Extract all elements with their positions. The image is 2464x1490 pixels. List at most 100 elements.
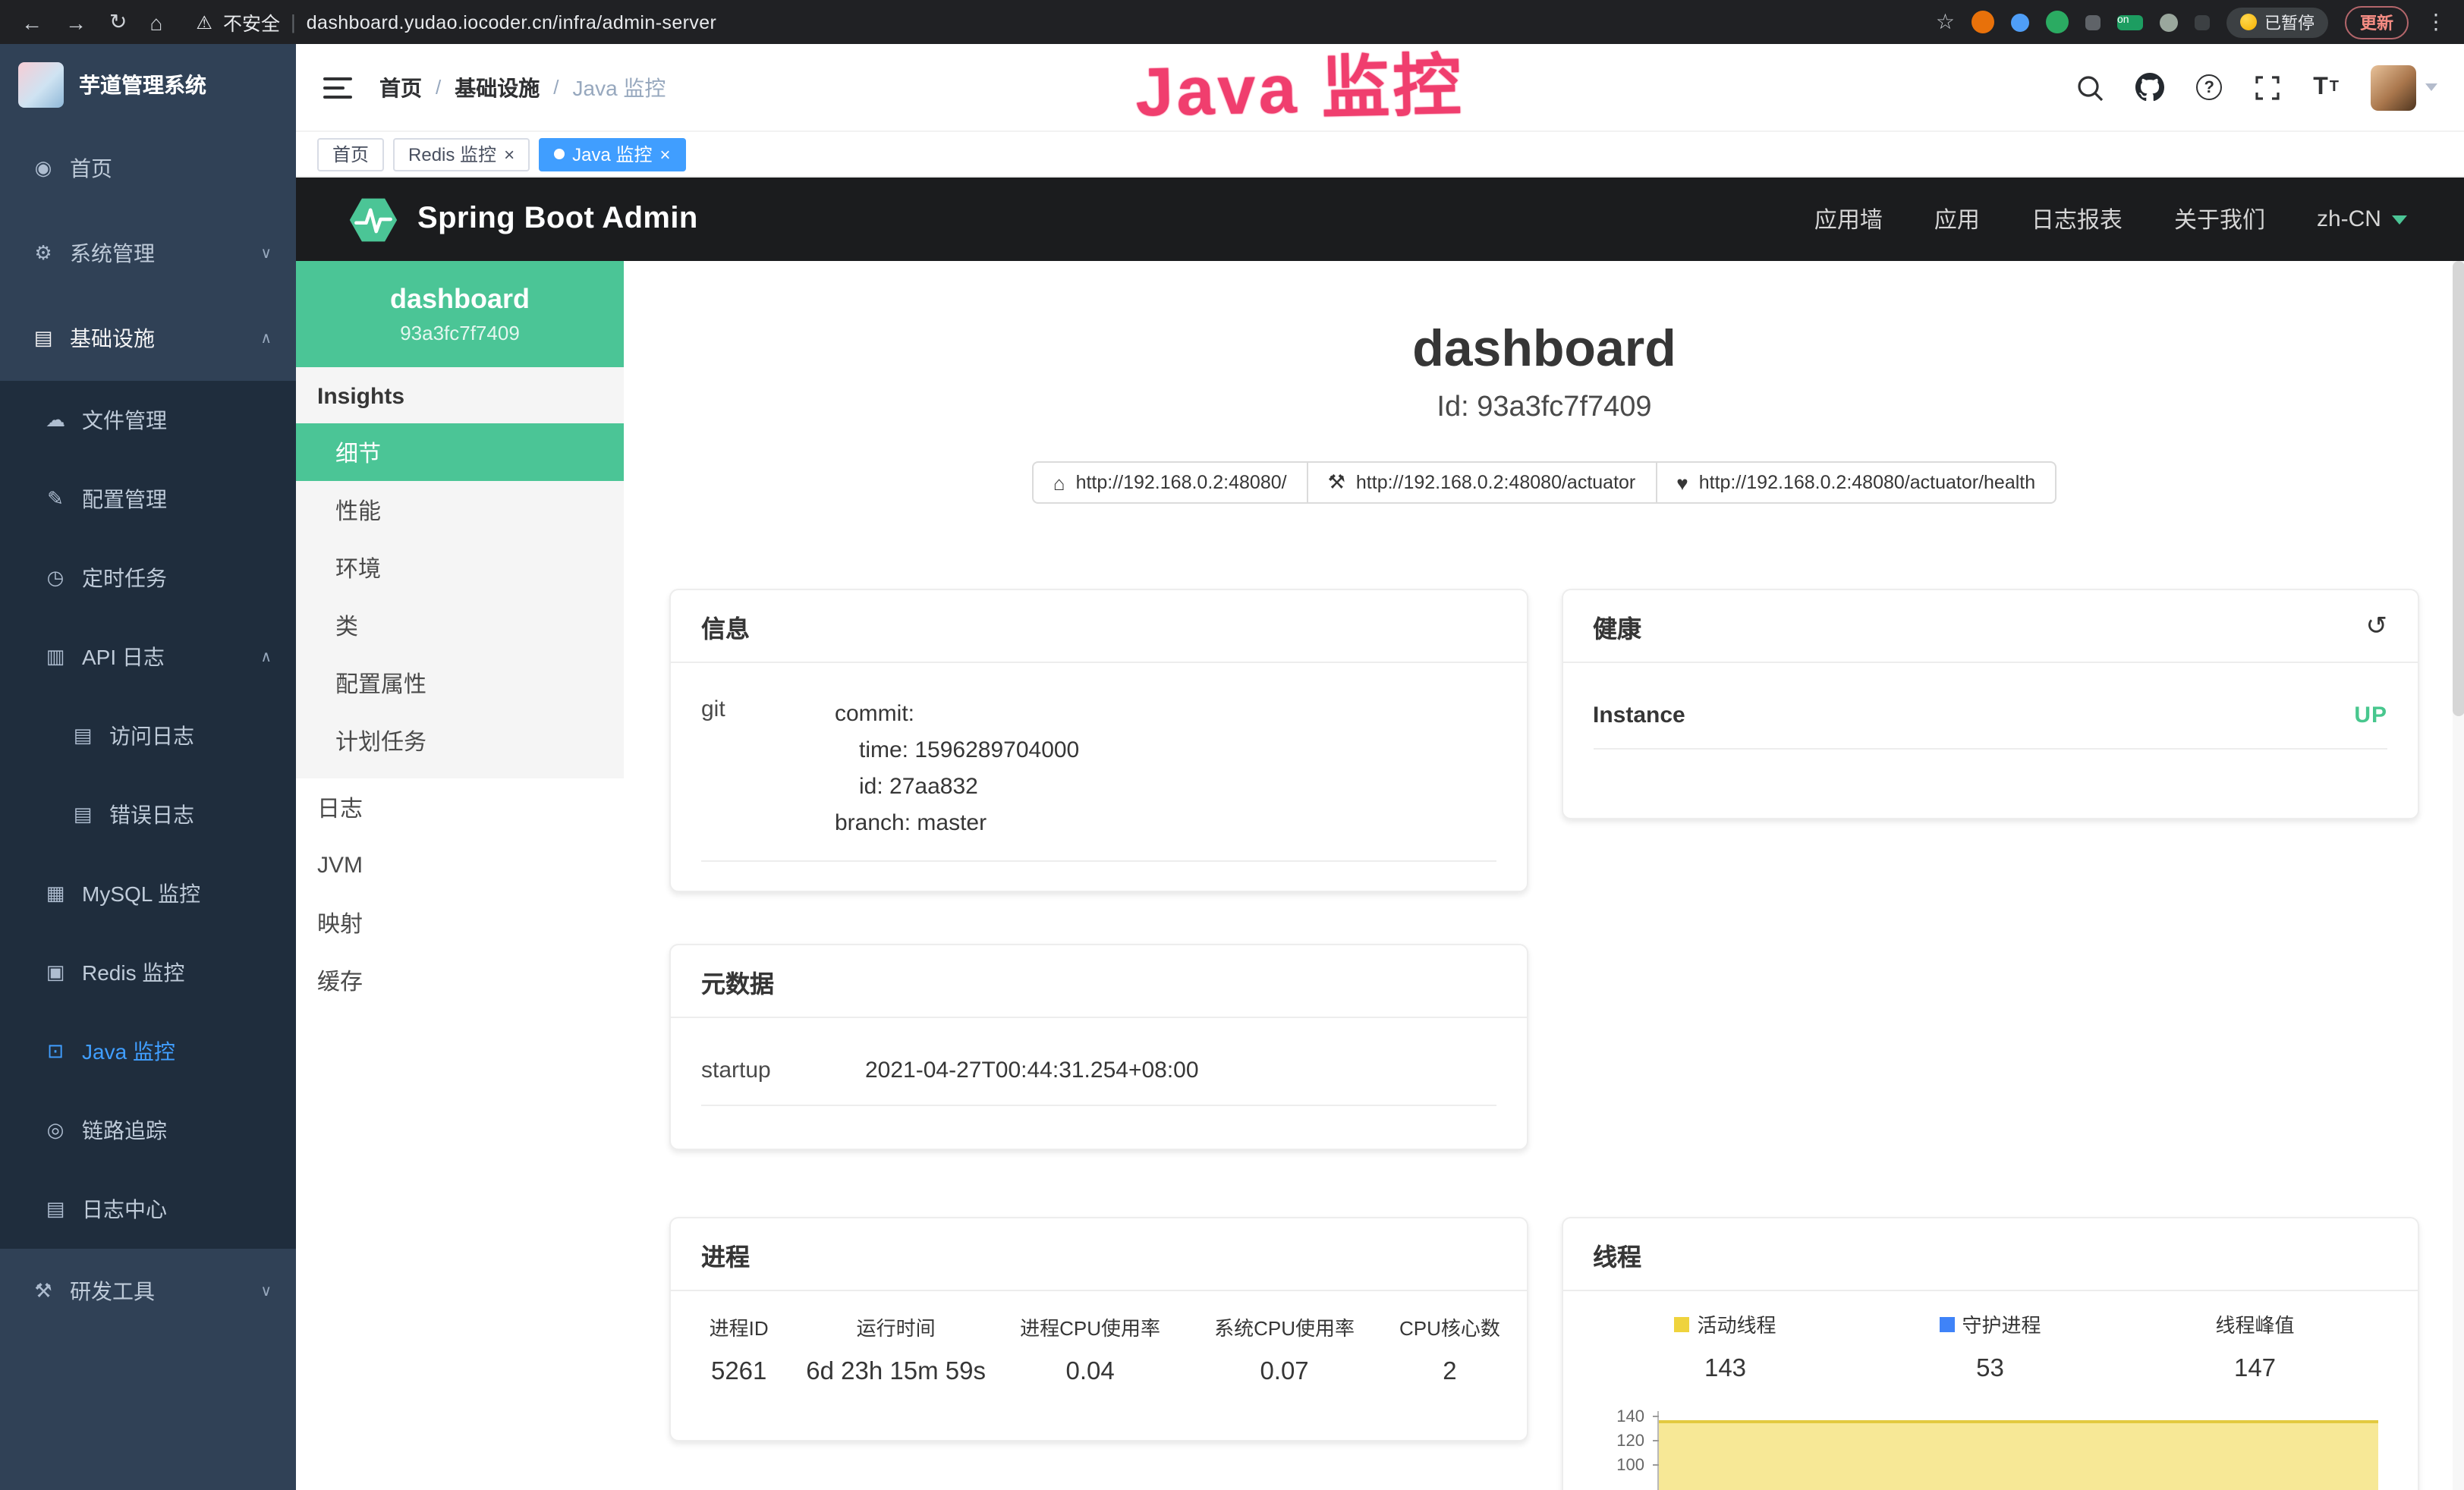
caret-down-icon (2392, 215, 2407, 224)
sba-item-jvm[interactable]: JVM (296, 836, 624, 894)
extension-icon[interactable] (2046, 11, 2069, 33)
sba-brand-title: Spring Boot Admin (417, 202, 698, 237)
scrollbar-track[interactable] (2453, 261, 2464, 1490)
sidebar-item-config-management[interactable]: ✎ 配置管理 (0, 460, 296, 539)
service-url-button[interactable]: ⌂ http://192.168.0.2:48080/ (1032, 461, 1308, 504)
sidebar-item-api-logs[interactable]: ▥ API 日志 ∧ (0, 618, 296, 696)
sba-logo-icon (348, 195, 399, 244)
sba-item-scheduled-tasks[interactable]: 计划任务 (296, 712, 624, 769)
breadcrumb-separator: / (436, 76, 441, 99)
reload-icon[interactable]: ↻ (109, 9, 127, 35)
active-dot-icon (554, 149, 565, 159)
sba-nav-applications[interactable]: 应用 (1934, 203, 1980, 235)
threads-card: 线程 活动线程 143 (1561, 1217, 2419, 1490)
bookmark-star-icon[interactable]: ☆ (1936, 9, 1955, 35)
sba-item-caches[interactable]: 缓存 (296, 951, 624, 1009)
history-icon[interactable]: ↺ (2366, 611, 2388, 641)
sba-locale-select[interactable]: zh-CN (2317, 206, 2407, 232)
sidebar-item-access-logs[interactable]: ▤ 访问日志 (0, 696, 296, 775)
sidebar-item-file-management[interactable]: ☁ 文件管理 (0, 381, 296, 460)
health-url-button[interactable]: ♥ http://192.168.0.2:48080/actuator/heal… (1655, 461, 2056, 504)
extension-icon[interactable] (2011, 13, 2029, 31)
sidebar-item-scheduled-jobs[interactable]: ◷ 定时任务 (0, 539, 296, 618)
update-label: 更新 (2360, 10, 2393, 34)
pencil-icon: ✎ (42, 487, 68, 511)
user-avatar[interactable] (2371, 64, 2437, 110)
tab-home[interactable]: 首页 (317, 137, 384, 171)
breadcrumb-home[interactable]: 首页 (379, 72, 422, 102)
sba-nav: 应用墙 应用 日志报表 关于我们 zh-CN (1814, 203, 2407, 235)
brand-title: 芋道管理系统 (79, 70, 206, 100)
app-logo[interactable]: 芋道管理系统 (0, 44, 296, 126)
address-bar[interactable]: ⚠ 不安全 | dashboard.yudao.iocoder.cn/infra… (196, 8, 1935, 36)
eye-icon: ◎ (42, 1118, 68, 1143)
metadata-card: 元数据 startup 2021-04-27T00:44:31.254+08:0… (669, 944, 1528, 1150)
forward-icon[interactable]: → (65, 10, 87, 34)
sidebar-item-error-logs[interactable]: ▤ 错误日志 (0, 775, 296, 854)
update-button[interactable]: 更新 (2345, 5, 2409, 39)
monitor-icon: ▤ (30, 326, 56, 350)
actuator-url-button[interactable]: ⚒ http://192.168.0.2:48080/actuator (1307, 461, 1657, 504)
sba-item-mappings[interactable]: 映射 (296, 894, 624, 951)
layers-icon: ▣ (42, 960, 68, 985)
scrollbar-thumb[interactable] (2453, 261, 2464, 716)
sidebar-item-tracing[interactable]: ◎ 链路追踪 (0, 1091, 296, 1170)
font-size-icon[interactable]: TT (2313, 74, 2339, 101)
search-icon[interactable] (2076, 74, 2104, 101)
startup-row: startup 2021-04-27T00:44:31.254+08:00 (701, 1030, 1496, 1106)
sidebar-item-dev-tools[interactable]: ⚒ 研发工具 ∨ (0, 1249, 296, 1334)
extension-icon[interactable] (1972, 11, 1994, 33)
sidebar-item-system[interactable]: ⚙ 系统管理 ∨ (0, 211, 296, 296)
sba-item-config-props[interactable]: 配置属性 (296, 654, 624, 712)
hamburger-icon[interactable] (323, 77, 352, 98)
paused-chip[interactable]: 已暂停 (2226, 7, 2328, 37)
sba-nav-journal[interactable]: 日志报表 (2031, 203, 2123, 235)
browser-toolbar: ☆ on 已暂停 更新 ⋮ (1936, 5, 2450, 39)
extension-icon[interactable] (2195, 14, 2210, 30)
sba-item-metrics[interactable]: 性能 (296, 481, 624, 539)
sba-instance-block[interactable]: dashboard 93a3fc7f7409 (296, 261, 624, 367)
fullscreen-icon[interactable] (2254, 74, 2281, 101)
home-icon[interactable]: ⌂ (149, 10, 162, 34)
breadcrumb-infrastructure[interactable]: 基础设施 (455, 72, 540, 102)
back-icon[interactable]: ← (21, 10, 42, 34)
instance-health-row[interactable]: Instance UP (1593, 675, 2387, 750)
sba-item-environment[interactable]: 环境 (296, 539, 624, 596)
sba-item-details[interactable]: 细节 (296, 423, 624, 481)
sba-nav-wallboard[interactable]: 应用墙 (1814, 203, 1883, 235)
close-icon[interactable]: × (659, 145, 670, 163)
threads-chart: 140 120 100 (1593, 1411, 2387, 1490)
browser-chrome: ← → ↻ ⌂ ⚠ 不安全 | dashboard.yudao.iocoder.… (0, 0, 2464, 44)
breadcrumb: 首页 / 基础设施 / Java 监控 (379, 72, 666, 102)
browser-menu-kebab-icon[interactable]: ⋮ (2425, 9, 2447, 35)
tab-java-monitor[interactable]: Java 监控 × (539, 137, 685, 171)
instance-title: dashboard (624, 319, 2464, 379)
avatar-image (2371, 64, 2416, 110)
daemon-threads-swatch (1939, 1316, 1954, 1331)
sidebar-item-infrastructure[interactable]: ▤ 基础设施 ∧ (0, 296, 296, 381)
sba-item-logs[interactable]: 日志 (296, 778, 624, 836)
live-threads-swatch (1674, 1316, 1689, 1331)
url-text: dashboard.yudao.iocoder.cn/infra/admin-s… (307, 11, 717, 33)
sba-logo[interactable]: Spring Boot Admin (348, 195, 698, 244)
sidebar-item-mysql-monitor[interactable]: ▦ MySQL 监控 (0, 854, 296, 933)
sba-sidebar: dashboard 93a3fc7f7409 Insights 细节 性能 环境… (296, 261, 624, 1490)
sidebar-item-java-monitor[interactable]: ⊡ Java 监控 (0, 1012, 296, 1091)
dashboard-icon: ◉ (30, 156, 56, 181)
tab-redis-monitor[interactable]: Redis 监控 × (393, 137, 530, 171)
sidebar-item-redis-monitor[interactable]: ▣ Redis 监控 (0, 933, 296, 1012)
close-icon[interactable]: × (504, 145, 515, 163)
extension-icon[interactable] (2160, 13, 2178, 31)
github-icon[interactable] (2135, 73, 2164, 102)
clock-icon: ◷ (42, 566, 68, 590)
extension-icon[interactable] (2085, 14, 2101, 30)
infrastructure-submenu: ☁ 文件管理 ✎ 配置管理 ◷ 定时任务 ▥ API 日志 ∧ (0, 381, 296, 1249)
sba-item-beans[interactable]: 类 (296, 596, 624, 654)
sba-nav-about[interactable]: 关于我们 (2174, 203, 2265, 235)
help-icon[interactable]: ? (2196, 74, 2222, 100)
live-threads-area (1658, 1420, 2378, 1490)
sidebar-item-home[interactable]: ◉ 首页 (0, 126, 296, 211)
emoji-icon (2240, 14, 2257, 30)
extension-on-icon[interactable]: on (2117, 14, 2143, 30)
sidebar-item-log-center[interactable]: ▤ 日志中心 (0, 1170, 296, 1249)
